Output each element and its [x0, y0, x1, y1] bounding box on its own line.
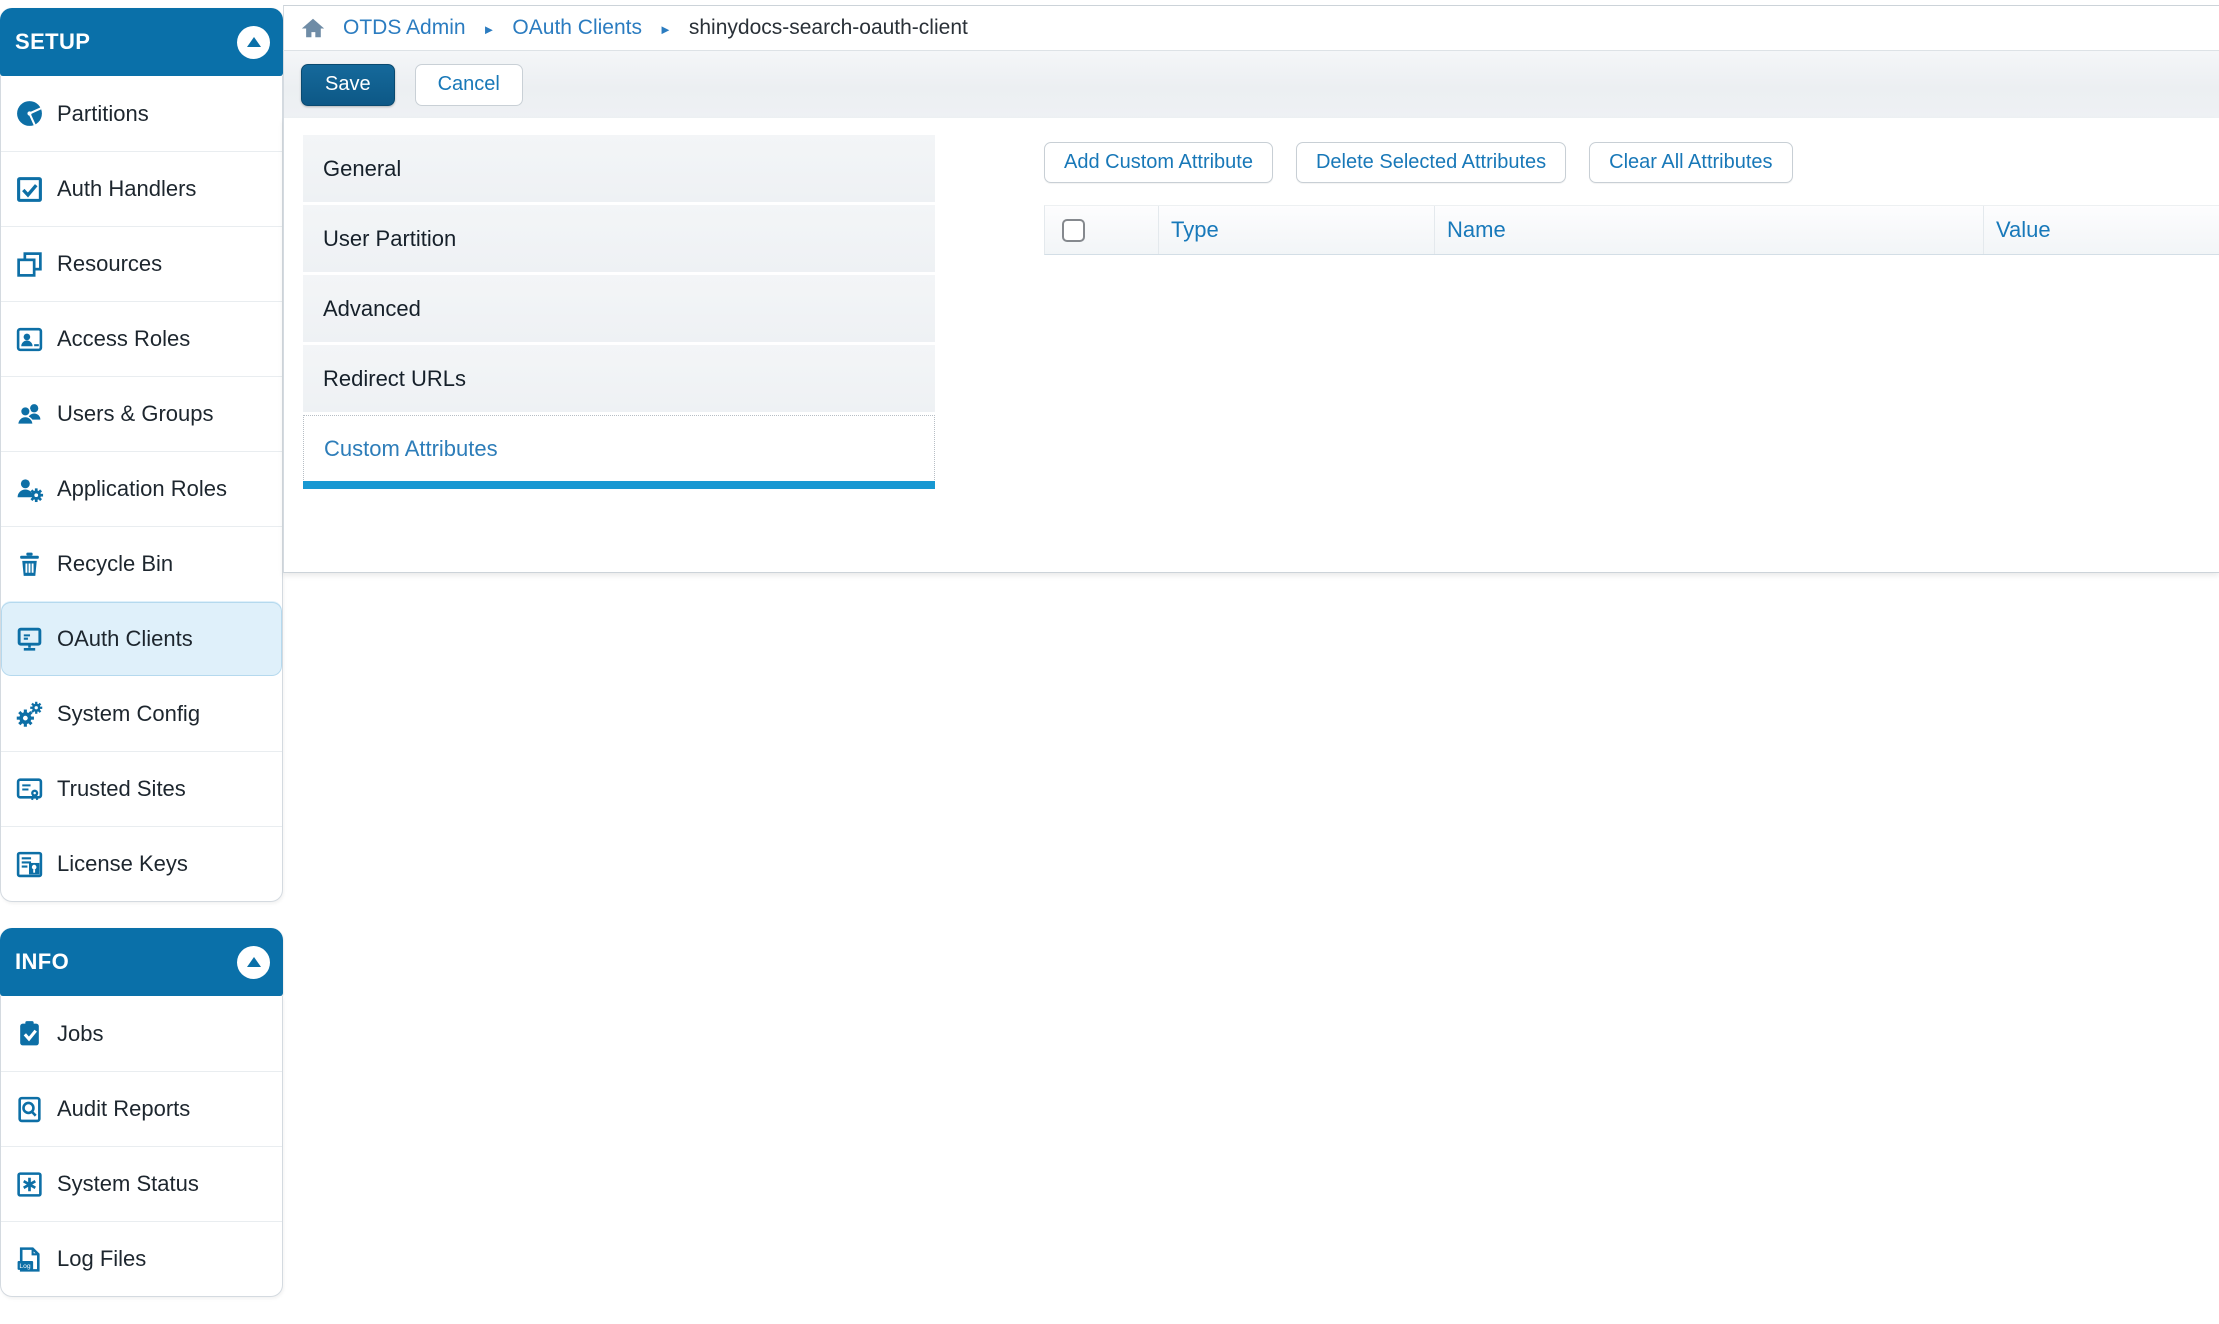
- sidebar-item-label: Partitions: [57, 101, 149, 127]
- jobs-icon: [14, 1019, 44, 1049]
- audit-reports-icon: [14, 1094, 44, 1124]
- sidebar-item-label: Audit Reports: [57, 1096, 190, 1122]
- resources-icon: [14, 249, 44, 279]
- tab-advanced[interactable]: Advanced: [303, 275, 935, 342]
- sidebar-item-recycle-bin[interactable]: Recycle Bin: [1, 526, 282, 601]
- collapse-up-icon[interactable]: [237, 26, 270, 59]
- sidebar-item-license-keys[interactable]: License Keys: [1, 826, 282, 901]
- tab-label: Redirect URLs: [323, 366, 466, 392]
- sidebar-item-label: Jobs: [57, 1021, 103, 1047]
- system-status-icon: [14, 1169, 44, 1199]
- access-roles-icon: [14, 324, 44, 354]
- content-region: OTDS Admin ► OAuth Clients ► shinydocs-s…: [283, 0, 2219, 1324]
- sidebar-item-label: Users & Groups: [57, 401, 214, 427]
- sidebar-item-users-groups[interactable]: Users & Groups: [1, 376, 282, 451]
- sidebar-item-label: OAuth Clients: [57, 626, 193, 652]
- sidebar-section-header-info[interactable]: INFO: [0, 928, 283, 996]
- cancel-button[interactable]: Cancel: [415, 64, 523, 106]
- tab-general[interactable]: General: [303, 135, 935, 202]
- column-header-label: Type: [1171, 217, 1219, 243]
- sidebar-item-audit-reports[interactable]: Audit Reports: [1, 1071, 282, 1146]
- sidebar-item-label: Trusted Sites: [57, 776, 186, 802]
- partitions-icon: [14, 99, 44, 129]
- sidebar-item-label: System Config: [57, 701, 200, 727]
- save-button[interactable]: Save: [301, 64, 395, 106]
- column-header-name[interactable]: Name: [1435, 206, 1984, 254]
- sidebar-item-system-config[interactable]: System Config: [1, 676, 282, 751]
- sidebar-item-system-status[interactable]: System Status: [1, 1146, 282, 1221]
- breadcrumb-arrow-icon: ►: [659, 20, 672, 37]
- column-header-label: Name: [1447, 217, 1506, 243]
- select-all-checkbox[interactable]: [1062, 219, 1085, 242]
- sidebar-section-info: INFO Jobs Audit Reports System Sta: [0, 928, 283, 1297]
- sidebar-item-label: Recycle Bin: [57, 551, 173, 577]
- add-custom-attribute-button[interactable]: Add Custom Attribute: [1044, 142, 1273, 183]
- sidebar-section-body-info: Jobs Audit Reports System Status Log Log…: [0, 996, 283, 1297]
- breadcrumb-current: shinydocs-search-oauth-client: [689, 16, 968, 40]
- sidebar: SETUP Partitions Auth Handlers Res: [0, 8, 283, 1323]
- collapse-up-icon[interactable]: [237, 946, 270, 979]
- sidebar-item-partitions[interactable]: Partitions: [1, 76, 282, 151]
- column-header-type[interactable]: Type: [1159, 206, 1435, 254]
- sidebar-item-label: Resources: [57, 251, 162, 277]
- tab-label: General: [323, 156, 401, 182]
- sidebar-section-body-setup: Partitions Auth Handlers Resources Acces…: [0, 76, 283, 902]
- tab-label: Advanced: [323, 296, 421, 322]
- home-icon[interactable]: [300, 16, 326, 40]
- sidebar-item-access-roles[interactable]: Access Roles: [1, 301, 282, 376]
- sidebar-item-auth-handlers[interactable]: Auth Handlers: [1, 151, 282, 226]
- sidebar-item-label: License Keys: [57, 851, 188, 877]
- sidebar-item-label: Log Files: [57, 1246, 146, 1272]
- tab-list: General User Partition Advanced Redirect…: [303, 135, 935, 482]
- license-keys-icon: [14, 849, 44, 879]
- log-files-icon: Log: [14, 1244, 44, 1274]
- sidebar-item-trusted-sites[interactable]: Trusted Sites: [1, 751, 282, 826]
- tab-custom-attributes[interactable]: Custom Attributes: [303, 415, 935, 482]
- recycle-bin-icon: [14, 549, 44, 579]
- sidebar-item-application-roles[interactable]: Application Roles: [1, 451, 282, 526]
- sidebar-item-resources[interactable]: Resources: [1, 226, 282, 301]
- breadcrumb-link-otds-admin[interactable]: OTDS Admin: [343, 16, 466, 40]
- oauth-clients-icon: [14, 624, 44, 654]
- tab-user-partition[interactable]: User Partition: [303, 205, 935, 272]
- attributes-table-header: Type Name Value: [1044, 205, 2219, 255]
- tab-label: User Partition: [323, 226, 456, 252]
- trusted-sites-icon: [14, 774, 44, 804]
- select-all-column: [1045, 206, 1159, 254]
- system-config-icon: [14, 699, 44, 729]
- delete-selected-attributes-button[interactable]: Delete Selected Attributes: [1296, 142, 1566, 183]
- breadcrumb: OTDS Admin ► OAuth Clients ► shinydocs-s…: [283, 5, 2219, 51]
- sidebar-item-log-files[interactable]: Log Log Files: [1, 1221, 282, 1296]
- sidebar-section-setup: SETUP Partitions Auth Handlers Res: [0, 8, 283, 902]
- application-roles-icon: [14, 474, 44, 504]
- users-groups-icon: [14, 399, 44, 429]
- tab-redirect-urls[interactable]: Redirect URLs: [303, 345, 935, 412]
- sidebar-section-title: SETUP: [15, 29, 90, 55]
- oauth-client-panel: General User Partition Advanced Redirect…: [283, 118, 2219, 573]
- sidebar-item-label: System Status: [57, 1171, 199, 1197]
- sidebar-item-label: Access Roles: [57, 326, 190, 352]
- column-header-label: Value: [1996, 217, 2051, 243]
- breadcrumb-link-oauth-clients[interactable]: OAuth Clients: [512, 16, 642, 40]
- sidebar-item-label: Application Roles: [57, 476, 227, 502]
- sidebar-item-jobs[interactable]: Jobs: [1, 996, 282, 1071]
- svg-text:Log: Log: [19, 1262, 30, 1269]
- breadcrumb-arrow-icon: ►: [483, 20, 496, 37]
- column-header-value[interactable]: Value: [1984, 206, 2219, 254]
- sidebar-section-title: INFO: [15, 949, 69, 975]
- sidebar-item-label: Auth Handlers: [57, 176, 196, 202]
- custom-attributes-actions: Add Custom Attribute Delete Selected Att…: [1044, 142, 1793, 183]
- sidebar-section-header-setup[interactable]: SETUP: [0, 8, 283, 76]
- clear-all-attributes-button[interactable]: Clear All Attributes: [1589, 142, 1792, 183]
- sidebar-item-oauth-clients[interactable]: OAuth Clients: [1, 601, 282, 676]
- tab-label: Custom Attributes: [324, 436, 498, 462]
- action-toolbar: Save Cancel: [283, 51, 2219, 118]
- auth-handlers-icon: [14, 174, 44, 204]
